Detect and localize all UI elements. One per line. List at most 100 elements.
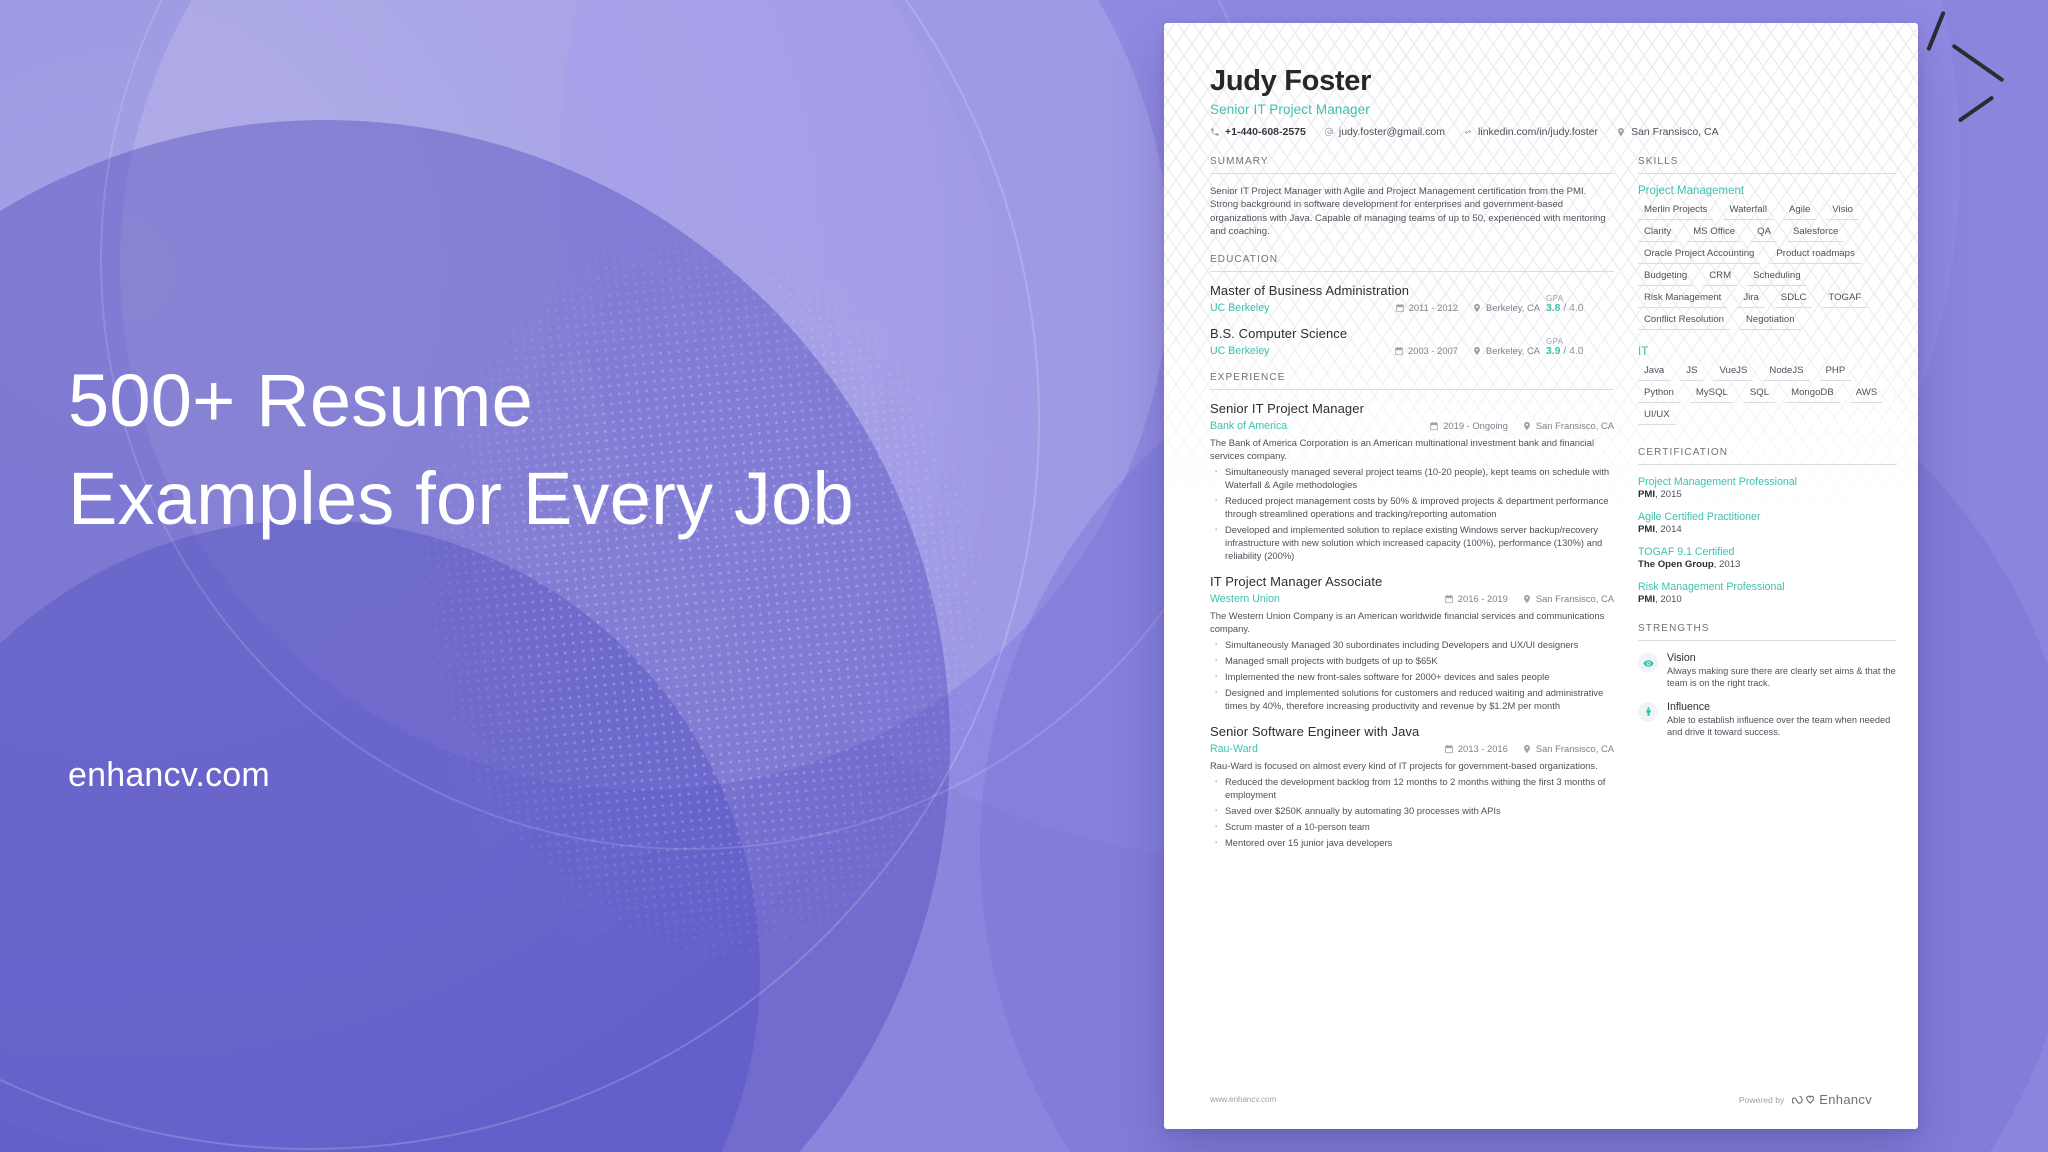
experience-company[interactable]: Rau-Ward <box>1210 743 1430 755</box>
education-location: Berkeley, CA <box>1472 302 1540 313</box>
contact-location: San Fransisco, CA <box>1616 126 1719 138</box>
certification-name: Agile Certified Practitioner <box>1638 511 1761 523</box>
summary-text: Senior IT Project Manager with Agile and… <box>1210 186 1606 238</box>
experience-role: Senior IT Project Manager <box>1210 400 1364 416</box>
location-pin-icon <box>1522 594 1532 604</box>
location-pin-icon <box>1472 303 1482 313</box>
section-divider <box>1210 388 1614 390</box>
skill-tag: MongoDB <box>1785 387 1840 403</box>
experience-dates: 2019 - Ongoing <box>1429 420 1508 431</box>
certification-issuer: The Open Group <box>1638 559 1714 570</box>
location-pin-icon <box>1472 346 1482 356</box>
resume-card[interactable]: Judy Foster Senior IT Project Manager +1… <box>1164 23 1918 1129</box>
experience-company[interactable]: Western Union <box>1210 593 1430 605</box>
location-pin-icon <box>1522 744 1532 754</box>
gpa-value: 3.8 <box>1546 302 1561 314</box>
certification-year: , 2010 <box>1655 594 1682 605</box>
experience-location: San Fransisco, CA <box>1522 420 1614 431</box>
bullet-item: Implemented the new front-sales software… <box>1210 669 1614 683</box>
strength-title: Influence <box>1667 700 1710 713</box>
section-title-summary: SUMMARY <box>1210 156 1269 167</box>
section-divider <box>1638 640 1896 641</box>
education-gpa: GPA 3.9 / 4.0 <box>1540 337 1614 357</box>
gpa-label: GPA <box>1546 293 1564 303</box>
skill-tag: UI/UX <box>1638 409 1676 425</box>
strength-item: Vision Always making sure there are clea… <box>1638 652 1896 690</box>
section-title-skills: SKILLS <box>1638 156 1679 167</box>
experience-dates-text: 2016 - 2019 <box>1457 593 1508 605</box>
skill-tag: PHP <box>1819 365 1852 381</box>
certification-item: Agile Certified Practitioner PMI, 2014 <box>1638 511 1896 535</box>
education-dates-text: 2003 - 2007 <box>1407 345 1458 357</box>
calendar-icon <box>1429 421 1439 431</box>
gpa-max: / 4.0 <box>1563 345 1584 357</box>
promo-site-url[interactable]: enhancv.com <box>68 756 270 795</box>
certification-name: Risk Management Professional <box>1638 581 1785 593</box>
certification-name: TOGAF 9.1 Certified <box>1638 546 1735 558</box>
skill-tag: JS <box>1680 365 1704 381</box>
experience-description: The Bank of America Corporation is an Am… <box>1210 436 1595 461</box>
skill-tag: Visio <box>1826 204 1859 220</box>
education-item: B.S. Computer Science UC Berkeley 2003 -… <box>1210 326 1614 357</box>
education-school[interactable]: UC Berkeley <box>1210 345 1380 357</box>
sparkle-decoration <box>1902 4 2042 144</box>
background-dot-pattern <box>273 0 1147 1152</box>
skill-tag: MySQL <box>1689 387 1734 403</box>
experience-dates-text: 2013 - 2016 <box>1457 743 1508 755</box>
phone-icon <box>1210 127 1220 137</box>
experience-dates: 2016 - 2019 <box>1444 593 1508 604</box>
skill-tag: AWS <box>1849 387 1884 403</box>
education-gpa: GPA 3.8 / 4.0 <box>1540 294 1614 314</box>
contact-email[interactable]: judy.foster@gmail.com <box>1324 126 1445 138</box>
resume-left-column: SUMMARY Senior IT Project Manager with A… <box>1210 156 1614 864</box>
skill-tag: Risk Management <box>1638 292 1728 308</box>
sparkle-line-icon <box>1957 95 1995 123</box>
sparkle-line-icon <box>1951 43 2005 83</box>
education-location-text: Berkeley, CA <box>1485 302 1540 314</box>
skill-tag: CRM <box>1703 270 1738 286</box>
experience-location: San Fransisco, CA <box>1522 743 1614 754</box>
bullet-item: Designed and implemented solutions for c… <box>1210 685 1614 712</box>
section-title-education: EDUCATION <box>1210 253 1279 265</box>
experience-company[interactable]: Bank of America <box>1210 420 1415 432</box>
certification-item: Project Management Professional PMI, 201… <box>1638 476 1896 500</box>
contact-linkedin-text: linkedin.com/in/judy.foster <box>1478 126 1599 138</box>
certification-year: , 2015 <box>1655 489 1682 500</box>
section-title-certification: CERTIFICATION <box>1638 447 1729 458</box>
resume-right-column: SKILLS Project Management Merlin Project… <box>1638 156 1896 864</box>
bullet-item: Developed and implemented solution to re… <box>1210 522 1614 562</box>
link-icon <box>1463 127 1473 137</box>
candidate-name: Judy Foster <box>1210 65 1372 97</box>
experience-location-text: San Fransisco, CA <box>1535 420 1614 432</box>
skill-tag: Conflict Resolution <box>1638 314 1730 330</box>
experience-description: Rau-Ward is focused on almost every kind… <box>1210 759 1598 771</box>
contact-phone-text: +1-440-608-2575 <box>1225 126 1306 138</box>
certification-year: , 2013 <box>1713 559 1741 570</box>
skill-tag: MS Office <box>1687 226 1742 242</box>
skill-tag: Budgeting <box>1638 270 1694 286</box>
bullet-item: Reduced project management costs by 50% … <box>1210 493 1614 520</box>
skill-tag: Product roadmaps <box>1770 248 1861 264</box>
bullet-item: Reduced the development backlog from 12 … <box>1210 774 1614 801</box>
education-school[interactable]: UC Berkeley <box>1210 302 1381 314</box>
email-icon <box>1324 127 1334 137</box>
skill-tag: Merlin Projects <box>1638 204 1714 220</box>
skill-tag: VueJS <box>1713 365 1754 381</box>
experience-bullets: Reduced the development backlog from 12 … <box>1210 774 1614 849</box>
footer-url[interactable]: www.enhancv.com <box>1210 1095 1276 1104</box>
section-skills: SKILLS Project Management Merlin Project… <box>1638 156 1896 425</box>
skill-group-it: IT <box>1638 346 1649 358</box>
calendar-icon <box>1444 744 1454 754</box>
section-divider <box>1638 173 1896 174</box>
certification-year: , 2014 <box>1655 524 1682 535</box>
resume-header: Judy Foster Senior IT Project Manager +1… <box>1210 65 1872 138</box>
contact-linkedin[interactable]: linkedin.com/in/judy.foster <box>1463 126 1598 138</box>
section-divider <box>1210 270 1614 272</box>
contact-phone[interactable]: +1-440-608-2575 <box>1210 126 1306 138</box>
experience-item: Senior Software Engineer with Java Rau-W… <box>1210 724 1614 849</box>
skill-tag-list-it: Java JS VueJS NodeJS PHP Python MySQL SQ… <box>1638 365 1896 425</box>
promo-block: 500+ Resume Examples for Every Job enhan… <box>68 352 948 794</box>
skill-tag: Salesforce <box>1787 226 1845 242</box>
section-title-experience: EXPERIENCE <box>1210 371 1286 383</box>
skill-tag: Agile <box>1782 204 1817 220</box>
